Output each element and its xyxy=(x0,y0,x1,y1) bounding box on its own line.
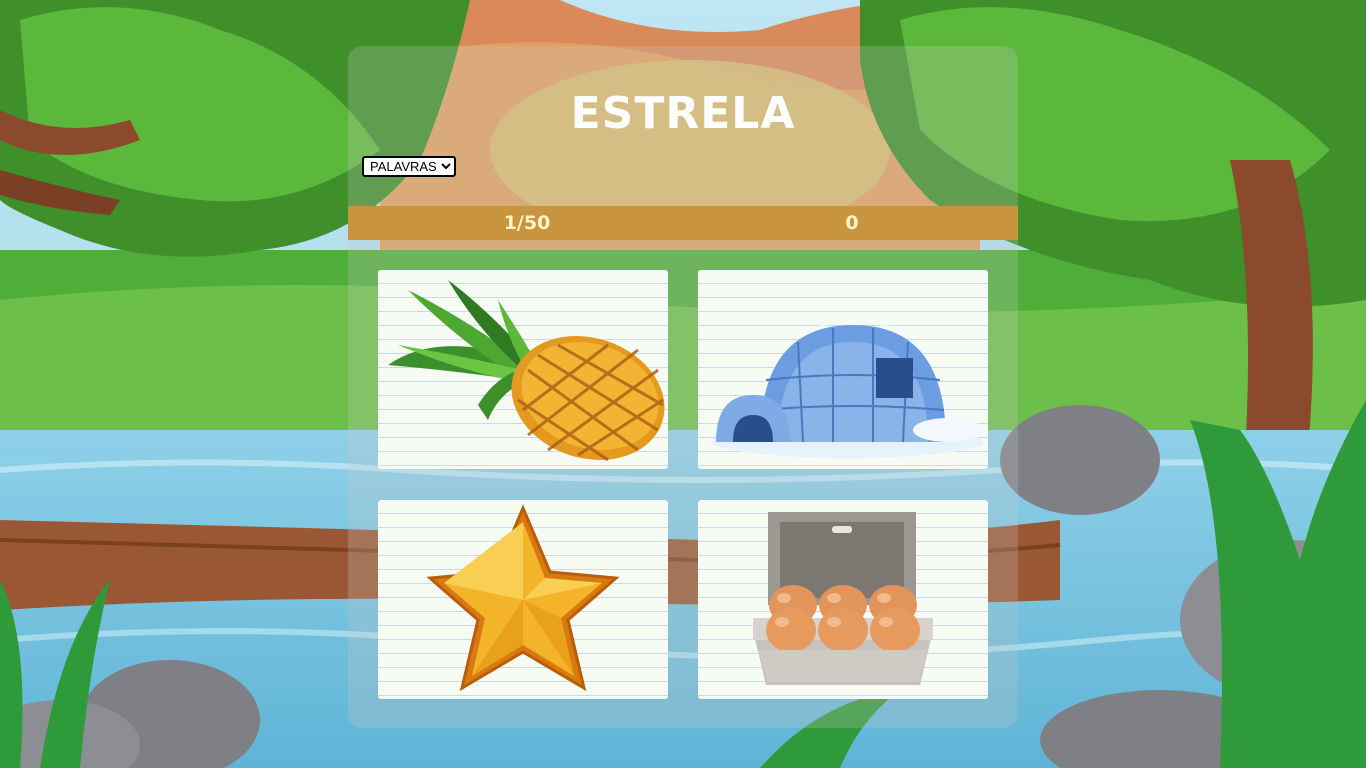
answer-card-pineapple[interactable] xyxy=(378,270,668,469)
igloo-icon xyxy=(713,322,983,458)
score-counter: 0 xyxy=(845,212,859,234)
answer-card-star[interactable] xyxy=(378,500,668,699)
egg-carton-icon xyxy=(753,512,933,685)
star-icon xyxy=(426,504,620,692)
mode-select[interactable]: PALAVRAS xyxy=(362,156,456,177)
answer-card-egg-carton[interactable] xyxy=(698,500,988,699)
pineapple-icon xyxy=(388,280,665,462)
progress-counter: 1/50 xyxy=(503,212,551,234)
status-bar: 1/50 0 xyxy=(348,206,1018,240)
target-word: ESTRELA xyxy=(570,88,796,139)
answer-card-igloo[interactable] xyxy=(698,270,988,469)
